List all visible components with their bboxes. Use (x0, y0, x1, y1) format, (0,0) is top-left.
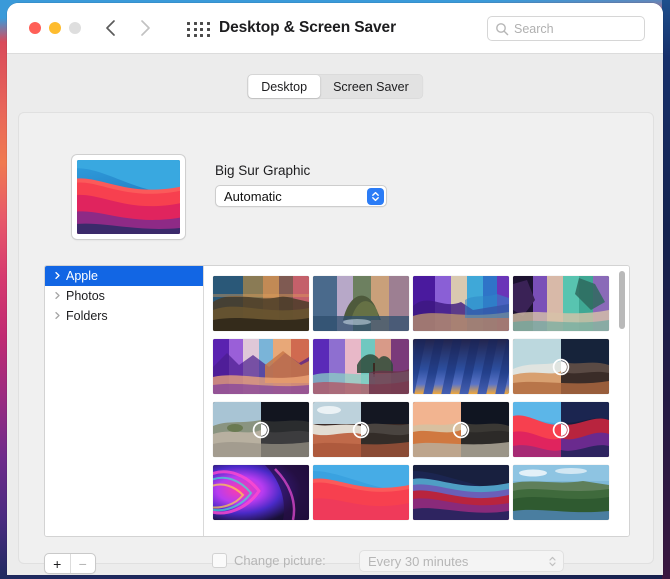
chevron-up-down-icon (367, 188, 384, 205)
change-picture-row: Change picture: (212, 553, 326, 568)
grid-icon[interactable] (187, 22, 211, 38)
sidebar-item-label: Photos (66, 289, 105, 303)
half-circle-icon (452, 421, 470, 438)
source-sidebar: Apple Photos Folders (45, 266, 204, 536)
wallpaper-thumbnail[interactable] (413, 465, 509, 520)
desktop-wallpaper-right-edge (662, 0, 670, 579)
back-button[interactable] (102, 16, 120, 40)
change-interval-popup[interactable]: Every 30 minutes (359, 550, 564, 572)
tab-desktop[interactable]: Desktop (248, 75, 321, 98)
wallpaper-thumbnail[interactable] (413, 339, 509, 394)
window-body: Desktop Screen Saver Big Sur Graphic Aut… (7, 54, 663, 575)
appearance-popup-button[interactable]: Automatic (215, 185, 387, 207)
wallpaper-grid (204, 266, 629, 536)
wallpaper-name-label: Big Sur Graphic (215, 163, 311, 178)
zoom-button[interactable] (69, 22, 81, 34)
preferences-panel: Big Sur Graphic Automatic Apple Photos F… (18, 112, 654, 574)
half-circle-icon (552, 421, 570, 438)
segmented-tabs: Desktop Screen Saver (247, 74, 423, 99)
wallpaper-thumbnail[interactable] (413, 276, 509, 331)
wallpaper-thumbnail[interactable] (513, 465, 609, 520)
wallpaper-thumbnail[interactable] (413, 402, 509, 457)
preview-image (77, 160, 180, 234)
wallpaper-thumbnail[interactable] (313, 465, 409, 520)
wallpaper-thumbnail[interactable] (313, 339, 409, 394)
sidebar-item-label: Apple (66, 269, 98, 283)
wallpaper-thumbnail[interactable] (513, 402, 609, 457)
add-remove-folder-buttons: + − (44, 553, 96, 574)
change-picture-checkbox[interactable] (212, 553, 227, 568)
wallpaper-thumbnail-grid (213, 276, 611, 520)
wallpaper-thumbnail[interactable] (213, 402, 309, 457)
search-placeholder: Search (514, 21, 554, 36)
screenshot-root: Desktop & Screen Saver Search Desktop Sc… (0, 0, 670, 579)
sidebar-item-photos[interactable]: Photos (45, 286, 203, 306)
wallpaper-thumbnail[interactable] (313, 402, 409, 457)
add-folder-button[interactable]: + (45, 554, 70, 573)
sidebar-item-label: Folders (66, 309, 108, 323)
appearance-popup-value: Automatic (224, 188, 282, 204)
chevron-right-icon[interactable] (53, 269, 62, 283)
wallpaper-thumbnail[interactable] (513, 339, 609, 394)
big-sur-graphic (77, 160, 180, 234)
desktop-preview-thumbnail[interactable] (72, 155, 185, 239)
forward-button[interactable] (136, 16, 154, 40)
close-button[interactable] (29, 22, 41, 34)
traffic-light-buttons (29, 22, 81, 34)
search-field[interactable]: Search (487, 16, 645, 41)
minimize-button[interactable] (49, 22, 61, 34)
change-interval-value: Every 30 minutes (368, 553, 469, 569)
system-preferences-window: Desktop & Screen Saver Search Desktop Sc… (7, 3, 663, 575)
chevron-up-down-icon (547, 554, 557, 569)
navigation-buttons (102, 16, 154, 40)
wallpaper-thumbnail[interactable] (213, 276, 309, 331)
tab-screen-saver[interactable]: Screen Saver (320, 75, 422, 98)
chevron-right-icon[interactable] (53, 289, 62, 303)
remove-folder-button[interactable]: − (69, 554, 96, 573)
window-titlebar: Desktop & Screen Saver Search (7, 3, 663, 54)
half-circle-icon (252, 421, 270, 438)
wallpaper-thumbnail[interactable] (213, 339, 309, 394)
wallpaper-thumbnail[interactable] (513, 276, 609, 331)
half-circle-icon (552, 358, 570, 375)
wallpaper-grid-scrollbar[interactable] (618, 269, 627, 535)
chevron-right-icon[interactable] (53, 309, 62, 323)
wallpaper-thumbnail[interactable] (313, 276, 409, 331)
search-icon (495, 22, 509, 36)
source-and-wallpaper-lists: Apple Photos Folders (44, 265, 630, 537)
page-title: Desktop & Screen Saver (219, 19, 396, 36)
scrollbar-thumb[interactable] (619, 271, 625, 329)
sidebar-item-apple[interactable]: Apple (45, 266, 203, 286)
change-picture-label: Change picture: (234, 553, 326, 568)
sidebar-item-folders[interactable]: Folders (45, 306, 203, 326)
half-circle-icon (352, 421, 370, 438)
wallpaper-thumbnail[interactable] (213, 465, 309, 520)
